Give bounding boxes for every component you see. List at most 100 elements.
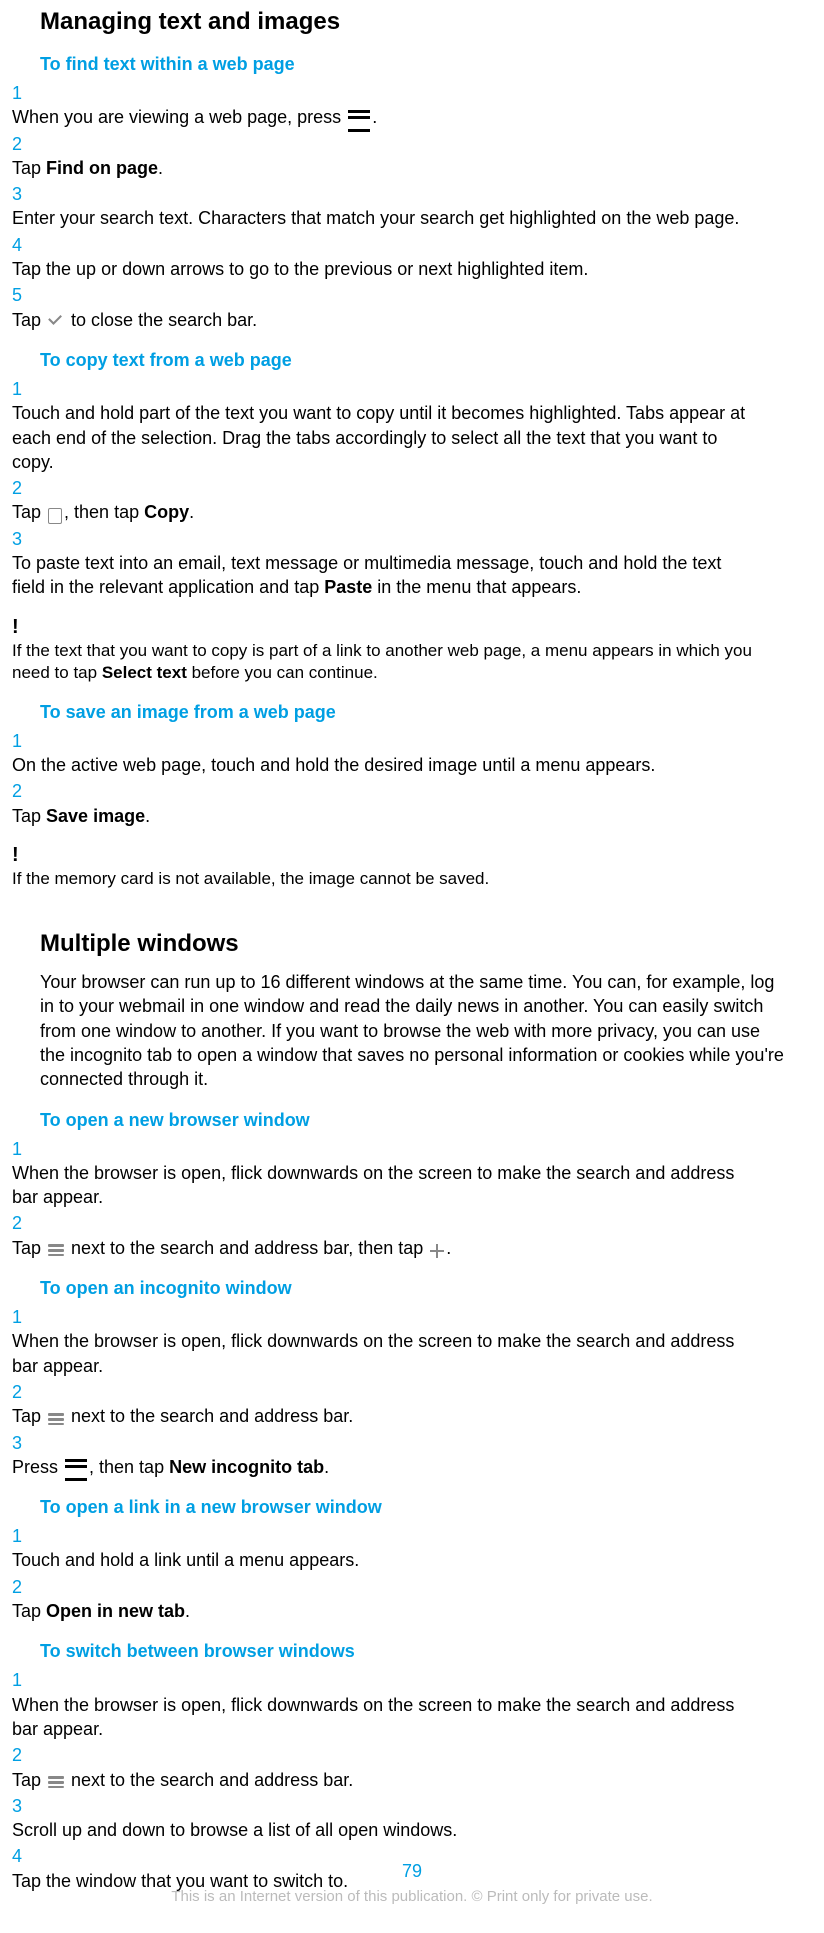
step-body: When the browser is open, flick downward… [12,1161,756,1210]
subhead-open-link-new-window: To open a link in a new browser window [40,1497,784,1518]
step: 2 Tap Open in new tab. [12,1575,784,1624]
copy-icon [48,508,62,524]
menu-icon [348,110,370,132]
steps-open-new-window: 1 When the browser is open, flick downwa… [40,1137,784,1260]
bold-text: Open in new tab [46,1601,185,1621]
step: 5 Tap to close the search bar. [12,283,784,332]
step-body: Enter your search text. Characters that … [12,206,756,230]
step: 2 Tap , then tap Copy. [12,476,784,525]
text: Tap [12,1238,46,1258]
step: 2 Tap next to the search and address bar… [12,1211,784,1260]
text: , then tap [64,502,144,522]
step-body: When the browser is open, flick downward… [12,1329,756,1378]
steps-open-link-new-window: 1 Touch and hold a link until a menu app… [40,1524,784,1623]
menu-icon [65,1459,87,1481]
note-copy-link: ! If the text that you want to copy is p… [12,614,784,684]
text: next to the search and address bar, then… [66,1238,428,1258]
step: 3 Enter your search text. Characters tha… [12,182,784,231]
steps-switch-windows: 1 When the browser is open, flick downwa… [40,1668,784,1893]
disclaimer-text: This is an Internet version of this publ… [0,1888,824,1905]
step-number: 1 [12,377,36,401]
step-number: 2 [12,1575,36,1599]
close-check-icon [48,316,64,328]
subhead-switch-windows: To switch between browser windows [40,1641,784,1662]
step-number: 2 [12,132,36,156]
step: 1 When the browser is open, flick downwa… [12,1668,784,1741]
step-body: Touch and hold a link until a menu appea… [12,1548,756,1572]
steps-open-incognito: 1 When the browser is open, flick downwa… [40,1305,784,1479]
step-number: 2 [12,1211,36,1235]
windows-icon [48,1413,64,1425]
step-body: Tap next to the search and address bar. [12,1404,756,1428]
steps-save-image: 1 On the active web page, touch and hold… [40,729,784,828]
text: Tap [12,1601,46,1621]
text: Tap [12,806,46,826]
step: 1 Touch and hold a link until a menu app… [12,1524,784,1573]
windows-icon [48,1244,64,1256]
intro-multiple-windows: Your browser can run up to 16 different … [40,970,784,1091]
step-number: 1 [12,1524,36,1548]
step-number: 2 [12,779,36,803]
plus-icon [430,1244,444,1258]
step-body: Press , then tap New incognito tab. [12,1455,756,1479]
step-body: Tap Find on page. [12,156,756,180]
step: 1 On the active web page, touch and hold… [12,729,784,778]
step-number: 2 [12,1743,36,1767]
heading-managing: Managing text and images [40,8,784,36]
text: next to the search and address bar. [66,1406,353,1426]
step-body: Tap the up or down arrows to go to the p… [12,257,756,281]
subhead-open-incognito: To open an incognito window [40,1278,784,1299]
text: Tap [12,1770,46,1790]
steps-find-text: 1 When you are viewing a web page, press… [40,81,784,332]
text: . [185,1601,190,1621]
step-body: Tap Save image. [12,804,756,828]
step-number: 2 [12,476,36,500]
warning-icon: ! [12,842,36,868]
note-text: If the text that you want to copy is par… [12,640,756,684]
step-body: Tap , then tap Copy. [12,500,756,524]
text: Tap [12,502,46,522]
step-number: 3 [12,527,36,551]
bold-text: New incognito tab [169,1457,324,1477]
text: Tap [12,310,46,330]
step: 1 When the browser is open, flick downwa… [12,1137,784,1210]
text: next to the search and address bar. [66,1770,353,1790]
subhead-copy-text: To copy text from a web page [40,350,784,371]
text: When you are viewing a web page, press [12,107,346,127]
text: , then tap [89,1457,169,1477]
text: in the menu that appears. [372,577,581,597]
step: 1 Touch and hold part of the text you wa… [12,377,784,474]
step-body: Touch and hold part of the text you want… [12,401,756,474]
page-content: Managing text and images To find text wi… [0,8,824,1933]
text: Tap [12,1406,46,1426]
step-number: 1 [12,1668,36,1692]
step: 2 Tap next to the search and address bar… [12,1380,784,1429]
subhead-find-text: To find text within a web page [40,54,784,75]
step-number: 2 [12,1380,36,1404]
step: 2 Tap Save image. [12,779,784,828]
text: . [145,806,150,826]
step-number: 1 [12,729,36,753]
subhead-open-new-window: To open a new browser window [40,1110,784,1131]
step-number: 1 [12,1305,36,1329]
step-body: Tap Open in new tab. [12,1599,756,1623]
step-body: Tap to close the search bar. [12,308,756,332]
note-memory-card: ! If the memory card is not available, t… [12,842,784,890]
page-footer: 79 This is an Internet version of this p… [0,1861,824,1905]
text: . [158,158,163,178]
bold-text: Copy [144,502,189,522]
step-body: Scroll up and down to browse a list of a… [12,1818,756,1842]
text: . [324,1457,329,1477]
step-body: Tap next to the search and address bar, … [12,1236,756,1260]
step-number: 1 [12,81,36,105]
step: 2 Tap Find on page. [12,132,784,181]
step-body: Tap next to the search and address bar. [12,1768,756,1792]
text: . [189,502,194,522]
bold-text: Find on page [46,158,158,178]
step: 1 When you are viewing a web page, press… [12,81,784,130]
bold-text: Paste [324,577,372,597]
step: 3 Scroll up and down to browse a list of… [12,1794,784,1843]
step-number: 5 [12,283,36,307]
step: 2 Tap next to the search and address bar… [12,1743,784,1792]
windows-icon [48,1776,64,1788]
